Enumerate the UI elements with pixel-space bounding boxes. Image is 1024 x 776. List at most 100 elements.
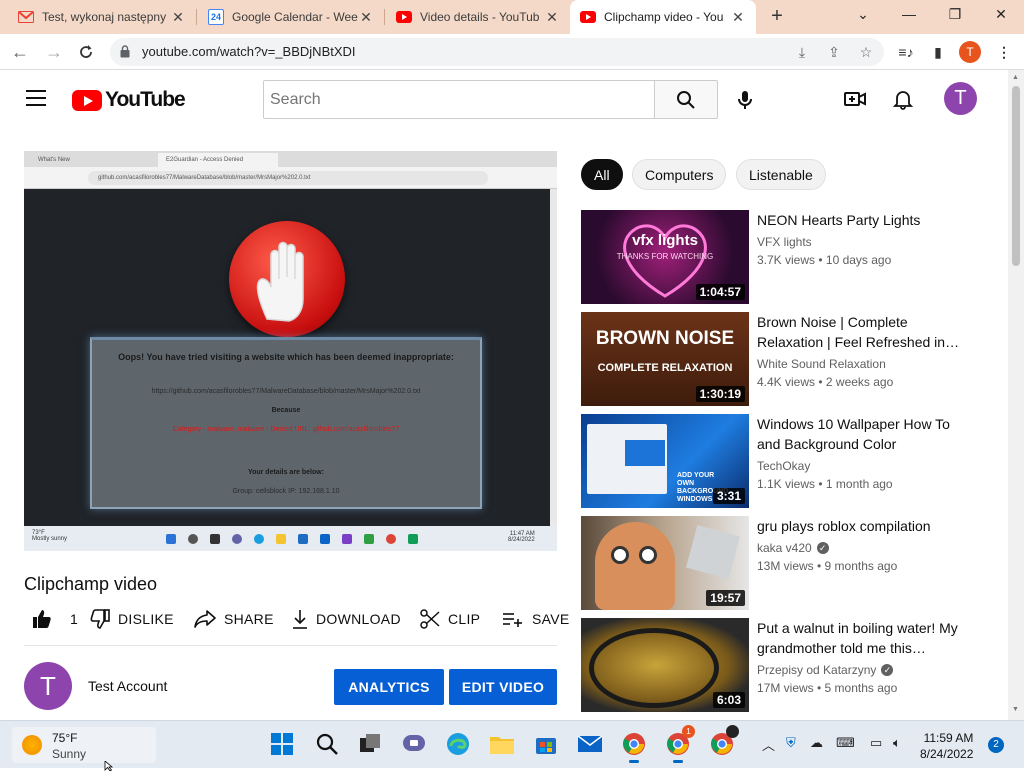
keyboard-icon[interactable]: ⌨ (836, 735, 855, 751)
suggestion-channel[interactable]: White Sound Relaxation (757, 357, 886, 371)
scroll-down-arrow-icon[interactable]: ▼ (1012, 706, 1019, 713)
close-tab-icon[interactable]: ✕ (730, 9, 746, 26)
address-bar[interactable]: youtube.com/watch?v=_BBDjNBtXDI ⤓ ⇪ ☆ (110, 38, 884, 66)
suggestion-item[interactable]: vfx lights THANKS FOR WATCHING 1:04:57 N… (581, 210, 981, 304)
dislike-button[interactable]: DISLIKE (90, 606, 174, 632)
task-view-icon[interactable] (357, 731, 383, 757)
close-window-button[interactable]: ✕ (978, 0, 1024, 30)
reload-button[interactable] (74, 40, 98, 64)
maximize-button[interactable]: ❐ (932, 0, 978, 30)
close-tab-icon[interactable]: ✕ (358, 9, 374, 26)
suggestion-title[interactable]: gru plays roblox compilation (757, 516, 967, 536)
scrollbar-thumb[interactable] (1012, 86, 1020, 266)
bookmark-star-icon[interactable]: ☆ (856, 42, 876, 62)
suggestion-item[interactable]: 6:03 Put a walnut in boiling water! My g… (581, 618, 981, 712)
suggestion-title[interactable]: Brown Noise | Complete Relaxation | Feel… (757, 312, 967, 352)
side-panel-icon[interactable]: ▮ (928, 42, 948, 62)
share-icon[interactable]: ⇪ (824, 42, 844, 62)
suggestion-channel[interactable]: Przepisy od Katarzyny ✓ (757, 663, 894, 677)
share-button[interactable]: SHARE (194, 606, 274, 632)
like-count: 1 (70, 611, 79, 627)
new-tab-button[interactable]: + (766, 6, 788, 28)
search-button[interactable] (654, 80, 718, 119)
start-button[interactable] (269, 731, 295, 757)
suggestion-item[interactable]: ADD YOUR OWN BACKGROUND WINDOWS 3:31 Win… (581, 414, 981, 508)
back-button[interactable]: ← (8, 40, 32, 64)
browser-profile-avatar[interactable]: T (959, 41, 981, 63)
onedrive-cloud-icon[interactable]: ☁ (810, 735, 823, 751)
browser-tab-video-details[interactable]: Video details - YouTub ✕ (386, 0, 570, 34)
suggestion-channel[interactable]: TechOkay (757, 459, 810, 473)
page-scrollbar[interactable]: ▲ ▼ (1008, 70, 1024, 720)
youtube-logo[interactable]: YouTube (72, 88, 186, 112)
edit-video-button[interactable]: EDIT VIDEO (449, 669, 557, 705)
suggestion-title[interactable]: Put a walnut in boiling water! My grandm… (757, 618, 967, 658)
suggestion-channel[interactable]: kaka v420 ✓ (757, 541, 829, 555)
video-thumbnail[interactable]: 6:03 (581, 618, 749, 712)
browser-tab-gmail[interactable]: Test, wykonaj następny ✕ (8, 0, 196, 34)
video-thumbnail[interactable]: 19:57 (581, 516, 749, 610)
recorded-explorer-icon (276, 534, 286, 544)
recorded-weather: 73°F Mostly sunny (32, 530, 68, 542)
microsoft-store-icon[interactable] (533, 731, 559, 757)
suggestion-item[interactable]: BROWN NOISE COMPLETE RELAXATION 1:30:19 … (581, 312, 981, 406)
forward-button[interactable]: → (42, 40, 66, 64)
notifications-bell-icon[interactable] (892, 88, 914, 115)
video-thumbnail[interactable]: vfx lights THANKS FOR WATCHING 1:04:57 (581, 210, 749, 304)
save-button[interactable]: SAVE (502, 606, 570, 632)
chrome-account-icon[interactable] (709, 725, 739, 757)
download-button[interactable]: DOWNLOAD (292, 606, 401, 632)
create-video-icon[interactable] (843, 88, 867, 115)
install-app-icon[interactable]: ⤓ (792, 42, 812, 62)
media-control-icon[interactable]: ≡♪ (896, 42, 916, 62)
search-input[interactable] (264, 81, 654, 118)
mail-icon[interactable] (577, 731, 603, 757)
suggestion-title[interactable]: Windows 10 Wallpaper How To and Backgrou… (757, 414, 967, 454)
tab-search-icon[interactable]: ⌄ (840, 0, 886, 30)
edge-browser-icon[interactable] (445, 731, 471, 757)
video-player[interactable]: What's New E2Guardian - Access Denied gi… (24, 151, 557, 551)
browser-tab-clipchamp[interactable]: Clipchamp video - You ✕ (570, 0, 756, 34)
weather-widget[interactable]: 75°F Sunny (12, 727, 156, 763)
close-tab-icon[interactable]: ✕ (170, 9, 186, 26)
analytics-button[interactable]: ANALYTICS (334, 669, 444, 705)
suggestion-title[interactable]: NEON Hearts Party Lights (757, 210, 967, 230)
volume-icon[interactable]: 🔈︎ (893, 735, 901, 751)
minimize-button[interactable]: — (886, 0, 932, 30)
video-thumbnail[interactable]: ADD YOUR OWN BACKGROUND WINDOWS 3:31 (581, 414, 749, 508)
url-text: youtube.com/watch?v=_BBDjNBtXDI (142, 44, 356, 59)
channel-avatar[interactable]: T (24, 662, 72, 710)
taskbar-search-icon[interactable] (314, 731, 340, 757)
chrome-icon[interactable] (621, 731, 647, 763)
notification-count-badge[interactable]: 2 (988, 737, 1004, 753)
video-thumbnail[interactable]: BROWN NOISE COMPLETE RELAXATION 1:30:19 (581, 312, 749, 406)
chip-listenable[interactable]: Listenable (736, 159, 826, 190)
duration-badge: 3:31 (712, 488, 745, 504)
hamburger-menu-icon[interactable] (26, 90, 46, 111)
recorded-app-icon (408, 534, 418, 544)
system-clock[interactable]: 11:59 AM 8/24/2022 (920, 730, 973, 762)
security-shield-icon[interactable]: ⛨ (786, 735, 796, 751)
chat-icon[interactable] (401, 731, 427, 757)
like-button[interactable]: 1 (32, 606, 78, 632)
clip-button[interactable]: CLIP (420, 606, 480, 632)
chrome-profile-icon[interactable]: 1 (665, 725, 695, 763)
recorded-taskview-icon (210, 534, 220, 544)
account-avatar[interactable]: T (944, 82, 977, 115)
close-tab-icon[interactable]: ✕ (544, 9, 560, 26)
browser-menu-icon[interactable]: ⋮ (994, 42, 1014, 62)
show-hidden-icons-chevron[interactable]: ︿ (762, 735, 775, 754)
suggestion-item[interactable]: 19:57 gru plays roblox compilation kaka … (581, 516, 981, 610)
file-explorer-icon[interactable] (489, 731, 515, 757)
chip-all[interactable]: All (581, 159, 623, 190)
browser-tab-calendar[interactable]: 24 Google Calendar - Wee ✕ (198, 0, 384, 34)
suggestion-channel[interactable]: VFX lights (757, 235, 812, 249)
network-icon[interactable]: ▭ (870, 735, 882, 751)
windows-logo-icon (271, 733, 293, 755)
voice-search-icon[interactable] (733, 88, 757, 117)
chip-computers[interactable]: Computers (632, 159, 727, 190)
search-icon (677, 90, 695, 109)
scroll-up-arrow-icon[interactable]: ▲ (1012, 74, 1019, 81)
channel-name[interactable]: Test Account (88, 678, 167, 694)
recorded-taskbar: 73°F Mostly sunny 11:47 AM 8/24/2022 (24, 526, 557, 551)
